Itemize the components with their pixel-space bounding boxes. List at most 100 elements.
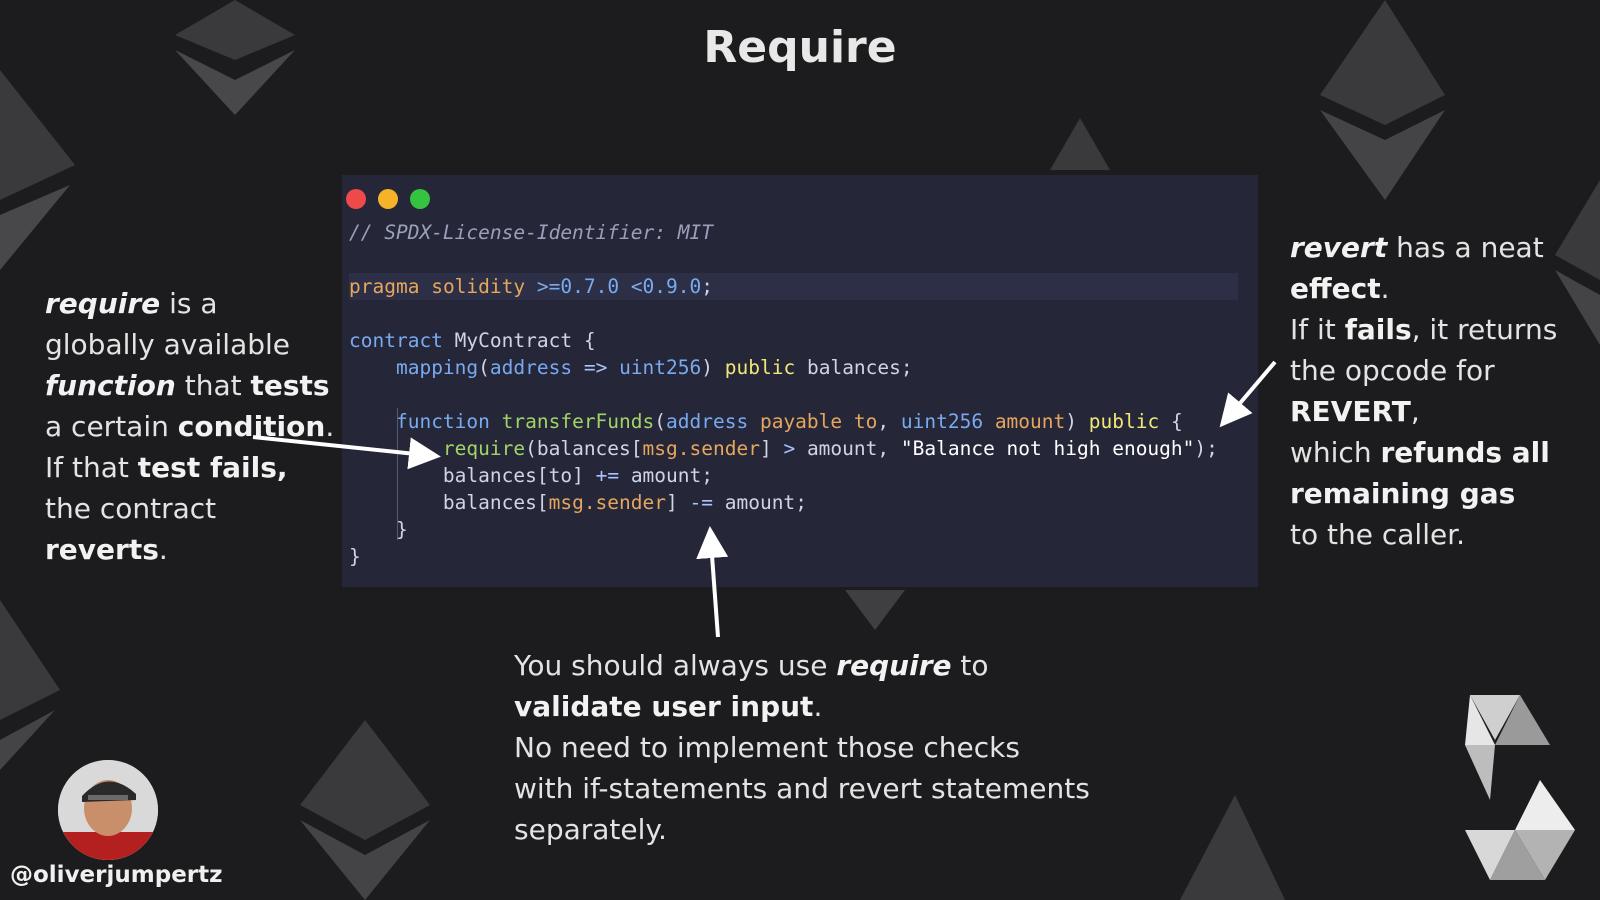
maximize-window-icon[interactable] bbox=[410, 189, 430, 209]
note-text: reverts bbox=[45, 533, 159, 566]
code-token: ( bbox=[478, 356, 490, 379]
code-token: ( bbox=[525, 437, 537, 460]
code-token: { bbox=[583, 329, 596, 352]
code-token: uint256 bbox=[900, 410, 984, 433]
code-token: ; bbox=[900, 356, 913, 379]
code-token: [ bbox=[630, 437, 643, 460]
note-validate-input: You should always use require to validate… bbox=[514, 645, 1134, 850]
code-token: pragma bbox=[349, 275, 420, 298]
note-text: If it bbox=[1290, 313, 1345, 346]
code-token: balances bbox=[536, 437, 631, 460]
code-line-13: } bbox=[349, 545, 361, 568]
avatar bbox=[58, 760, 158, 860]
note-require-explanation: require is a globally available function… bbox=[45, 283, 335, 570]
code-line-5: contract MyContract { bbox=[349, 327, 1218, 354]
code-line-10: balances[to] += amount; bbox=[349, 462, 1218, 489]
code-token: ] bbox=[572, 464, 584, 487]
note-text: . bbox=[813, 690, 823, 723]
note-text: You should always use bbox=[514, 649, 837, 682]
code-token: to bbox=[548, 464, 573, 487]
note-text: to the caller. bbox=[1290, 518, 1466, 551]
note-text: require bbox=[45, 287, 161, 320]
code-token: contract bbox=[349, 329, 443, 352]
note-text: . bbox=[1380, 272, 1390, 305]
code-token: function bbox=[395, 410, 490, 433]
code-token: amount bbox=[724, 491, 796, 514]
code-token: ; bbox=[795, 491, 807, 514]
note-text: which bbox=[1290, 436, 1381, 469]
code-token: amount bbox=[994, 410, 1066, 433]
note-text: tests bbox=[250, 369, 330, 402]
solidity-logo-icon bbox=[1465, 695, 1575, 880]
code-token: to bbox=[853, 410, 878, 433]
code-token: public bbox=[1088, 410, 1160, 433]
author-handle[interactable]: @oliverjumpertz bbox=[10, 862, 223, 888]
note-text: If that bbox=[45, 451, 138, 484]
code-token: amount bbox=[806, 437, 878, 460]
code-token: address bbox=[666, 410, 749, 433]
note-revert-explanation: revert has a neat effect. If it fails, it… bbox=[1290, 227, 1590, 555]
code-token: balances bbox=[442, 491, 537, 514]
close-window-icon[interactable] bbox=[346, 189, 366, 209]
note-text: fails bbox=[1344, 313, 1412, 346]
code-line-11: balances[msg.sender] -= amount; bbox=[349, 489, 1218, 516]
note-text: . bbox=[158, 533, 168, 566]
code-token: ; bbox=[1206, 437, 1218, 460]
code-token: transferFunds bbox=[501, 410, 655, 433]
code-token: ) bbox=[701, 356, 714, 379]
note-text: require bbox=[836, 649, 952, 682]
code-token: ; bbox=[701, 275, 714, 298]
code-token: balances bbox=[806, 356, 901, 379]
note-text: validate user input bbox=[514, 690, 814, 723]
note-text: has a neat bbox=[1387, 231, 1544, 264]
code-token: ; bbox=[701, 464, 714, 487]
note-text: condition bbox=[177, 410, 326, 443]
note-text: . bbox=[325, 410, 335, 443]
window-controls bbox=[346, 189, 430, 209]
code-token: { bbox=[1170, 410, 1183, 433]
code-token: address bbox=[489, 356, 573, 379]
note-text: with if-statements and revert statements bbox=[514, 772, 1090, 805]
note-text: test fails, bbox=[137, 451, 288, 484]
code-token: => bbox=[583, 356, 608, 379]
code-token: payable bbox=[759, 410, 843, 433]
indent-guide bbox=[397, 408, 398, 540]
code-token: "Balance not high enough" bbox=[900, 437, 1195, 460]
code-token: amount bbox=[630, 464, 702, 487]
code-token: ] bbox=[666, 491, 678, 514]
note-text: the contract bbox=[45, 492, 217, 525]
code-line-3: pragma solidity >=0.7.0 <0.9.0; bbox=[349, 273, 1238, 300]
note-text: function bbox=[45, 369, 176, 402]
code-line-6: mapping(address => uint256) public balan… bbox=[349, 354, 1218, 381]
code-token: >=0.7.0 bbox=[536, 275, 620, 298]
code-token: [ bbox=[536, 464, 549, 487]
code-window: // SPDX-License-Identifier: MIT pragma s… bbox=[342, 175, 1258, 587]
avatar-icon bbox=[58, 760, 158, 860]
code-token: ] bbox=[759, 437, 772, 460]
code-token: msg.sender bbox=[642, 437, 760, 460]
minimize-window-icon[interactable] bbox=[378, 189, 398, 209]
note-text: No need to implement those checks bbox=[514, 731, 1020, 764]
